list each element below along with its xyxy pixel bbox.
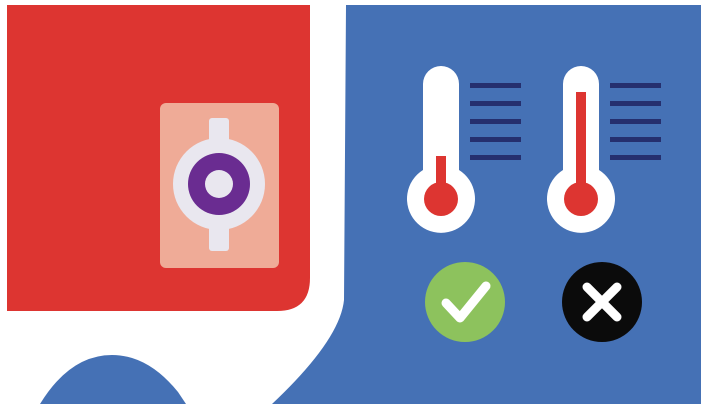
scale-line (610, 137, 661, 142)
illustration (0, 0, 702, 404)
blue-panel (272, 5, 701, 404)
scale-line (610, 101, 661, 106)
scale-line (610, 119, 661, 124)
check-circle (425, 262, 505, 342)
close-icon (562, 262, 642, 342)
scale-line (470, 137, 521, 142)
scale-line (470, 155, 521, 160)
scale-line (470, 119, 521, 124)
scale-line (470, 101, 521, 106)
connector-center (205, 170, 233, 198)
connector-tile (160, 103, 279, 268)
illustration-canvas (7, 5, 701, 404)
scale-line (610, 155, 661, 160)
mercury-bulb-high (564, 182, 598, 216)
bottom-wave (40, 355, 186, 404)
check-icon (425, 262, 505, 342)
mercury-bulb-low (424, 182, 458, 216)
scale-line (470, 83, 521, 88)
scale-line (610, 83, 661, 88)
